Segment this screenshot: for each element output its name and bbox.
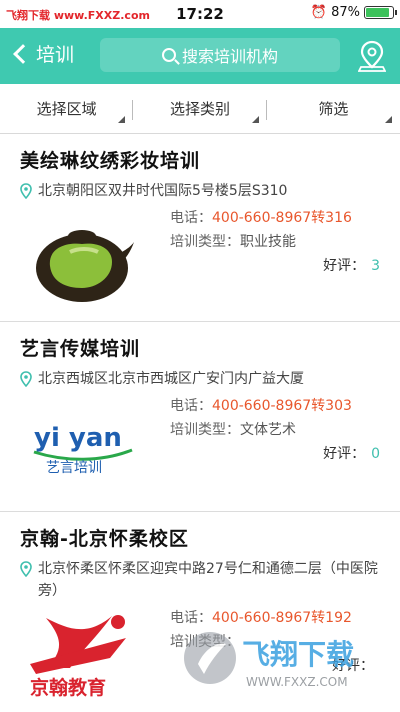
item-info: 电话：400-660-8967转316 培训类型：职业技能 好评： 3	[170, 206, 380, 278]
filter-label: 选择类别	[169, 100, 230, 118]
back-button[interactable]: 培训	[10, 40, 74, 67]
rating-label: 好评：	[323, 446, 366, 462]
search-placeholder: 搜索培训机构	[181, 47, 278, 66]
type-row: 培训类型：文体艺术	[170, 418, 380, 442]
alarm-icon: ⏰	[310, 5, 328, 20]
back-label: 培训	[36, 44, 75, 66]
status-bar: 飞翔下载 www.FXXZ.com 17:22 ⏰ 87%	[0, 0, 400, 28]
item-address: 北京西城区北京市西城区广安门内广益大厦	[20, 368, 380, 390]
address-text: 北京朝阳区双井时代国际5号楼5层S310	[38, 183, 288, 199]
phone-row[interactable]: 电话：400-660-8967转316	[170, 206, 380, 230]
item-body: yi yan 艺言培训 电话：400-660-8967转303 培训类型：文体艺…	[20, 394, 380, 476]
type-label: 培训类型：	[170, 422, 240, 438]
search-input[interactable]: 搜索培训机构	[100, 38, 340, 72]
map-location-icon[interactable]	[358, 40, 386, 72]
filter-label: 筛选	[318, 100, 349, 118]
phone-number[interactable]: 400-660-8967转303	[212, 398, 352, 414]
rating-value: 3	[371, 258, 380, 274]
rating-row: 好评： 0	[170, 442, 380, 466]
item-address: 北京怀柔区怀柔区迎宾中路27号仁和通德二层（中医院旁）	[20, 558, 380, 602]
phone-label: 电话：	[170, 210, 212, 226]
watermark-brand: 飞翔下载	[242, 638, 354, 671]
battery-percent: 87%	[331, 5, 360, 20]
dropdown-triangle-icon	[251, 116, 259, 123]
type-label: 培训类型：	[170, 234, 240, 250]
list-item[interactable]: 美绘琳纹绣彩妆培训 北京朝阳区双井时代国际5号楼5层S310 电话：400-66…	[0, 134, 400, 322]
rating-label: 好评：	[323, 258, 366, 274]
address-text: 北京怀柔区怀柔区迎宾中路27号仁和通德二层（中医院旁）	[38, 561, 378, 599]
site-watermark: 飞翔下载 WWW.FXXZ.COM	[184, 632, 354, 689]
phone-number[interactable]: 400-660-8967转316	[212, 210, 352, 226]
app-header: 培训 搜索培训机构	[0, 28, 400, 84]
yiyan-logo-text: yi yan	[34, 423, 122, 453]
type-row: 培训类型：职业技能	[170, 230, 380, 254]
type-value: 职业技能	[240, 234, 296, 250]
battery-icon	[364, 6, 397, 19]
teapot-logo	[36, 230, 134, 302]
item-address: 北京朝阳区双井时代国际5号楼5层S310	[20, 180, 380, 202]
filter-region[interactable]: 选择区域	[0, 84, 134, 133]
phone-label: 电话：	[170, 398, 212, 414]
item-title: 美绘琳纹绣彩妆培训	[20, 150, 201, 172]
jinghan-logo: 京翰教育	[30, 615, 126, 698]
location-pin-icon	[20, 561, 32, 577]
address-text: 北京西城区北京市西城区广安门内广益大厦	[38, 371, 304, 387]
item-body: 电话：400-660-8967转316 培训类型：职业技能 好评： 3	[20, 206, 380, 302]
filter-label: 选择区域	[36, 100, 97, 118]
filter-screen[interactable]: 筛选	[267, 84, 400, 133]
type-value: 文体艺术	[240, 422, 296, 438]
dropdown-triangle-icon	[384, 116, 392, 123]
rating-value: 0	[371, 446, 380, 462]
jinghan-logo-text: 京翰教育	[30, 676, 106, 698]
phone-row[interactable]: 电话：400-660-8967转303	[170, 394, 380, 418]
filter-bar: 选择区域 选择类别 筛选	[0, 84, 400, 134]
chevron-left-icon	[13, 43, 33, 64]
item-title: 艺言传媒培训	[20, 338, 141, 360]
location-pin-icon	[20, 183, 32, 199]
battery-fill	[366, 8, 389, 17]
filter-category[interactable]: 选择类别	[133, 84, 267, 133]
rating-row: 好评： 3	[170, 254, 380, 278]
item-title: 京翰-北京怀柔校区	[20, 528, 189, 550]
location-pin-icon	[20, 371, 32, 387]
item-info: 电话：400-660-8967转303 培训类型：文体艺术 好评： 0	[170, 394, 380, 466]
dropdown-triangle-icon	[118, 116, 126, 123]
yiyan-logo: yi yan 艺言培训	[33, 423, 133, 476]
status-right: ⏰ 87%	[310, 5, 397, 20]
list-item[interactable]: 艺言传媒培训 北京西城区北京市西城区广安门内广益大厦 yi yan 艺言培训 电…	[0, 322, 400, 512]
yiyan-logo-subtext: 艺言培训	[46, 460, 102, 476]
search-icon	[161, 48, 176, 62]
watermark-url: WWW.FXXZ.COM	[246, 675, 348, 689]
